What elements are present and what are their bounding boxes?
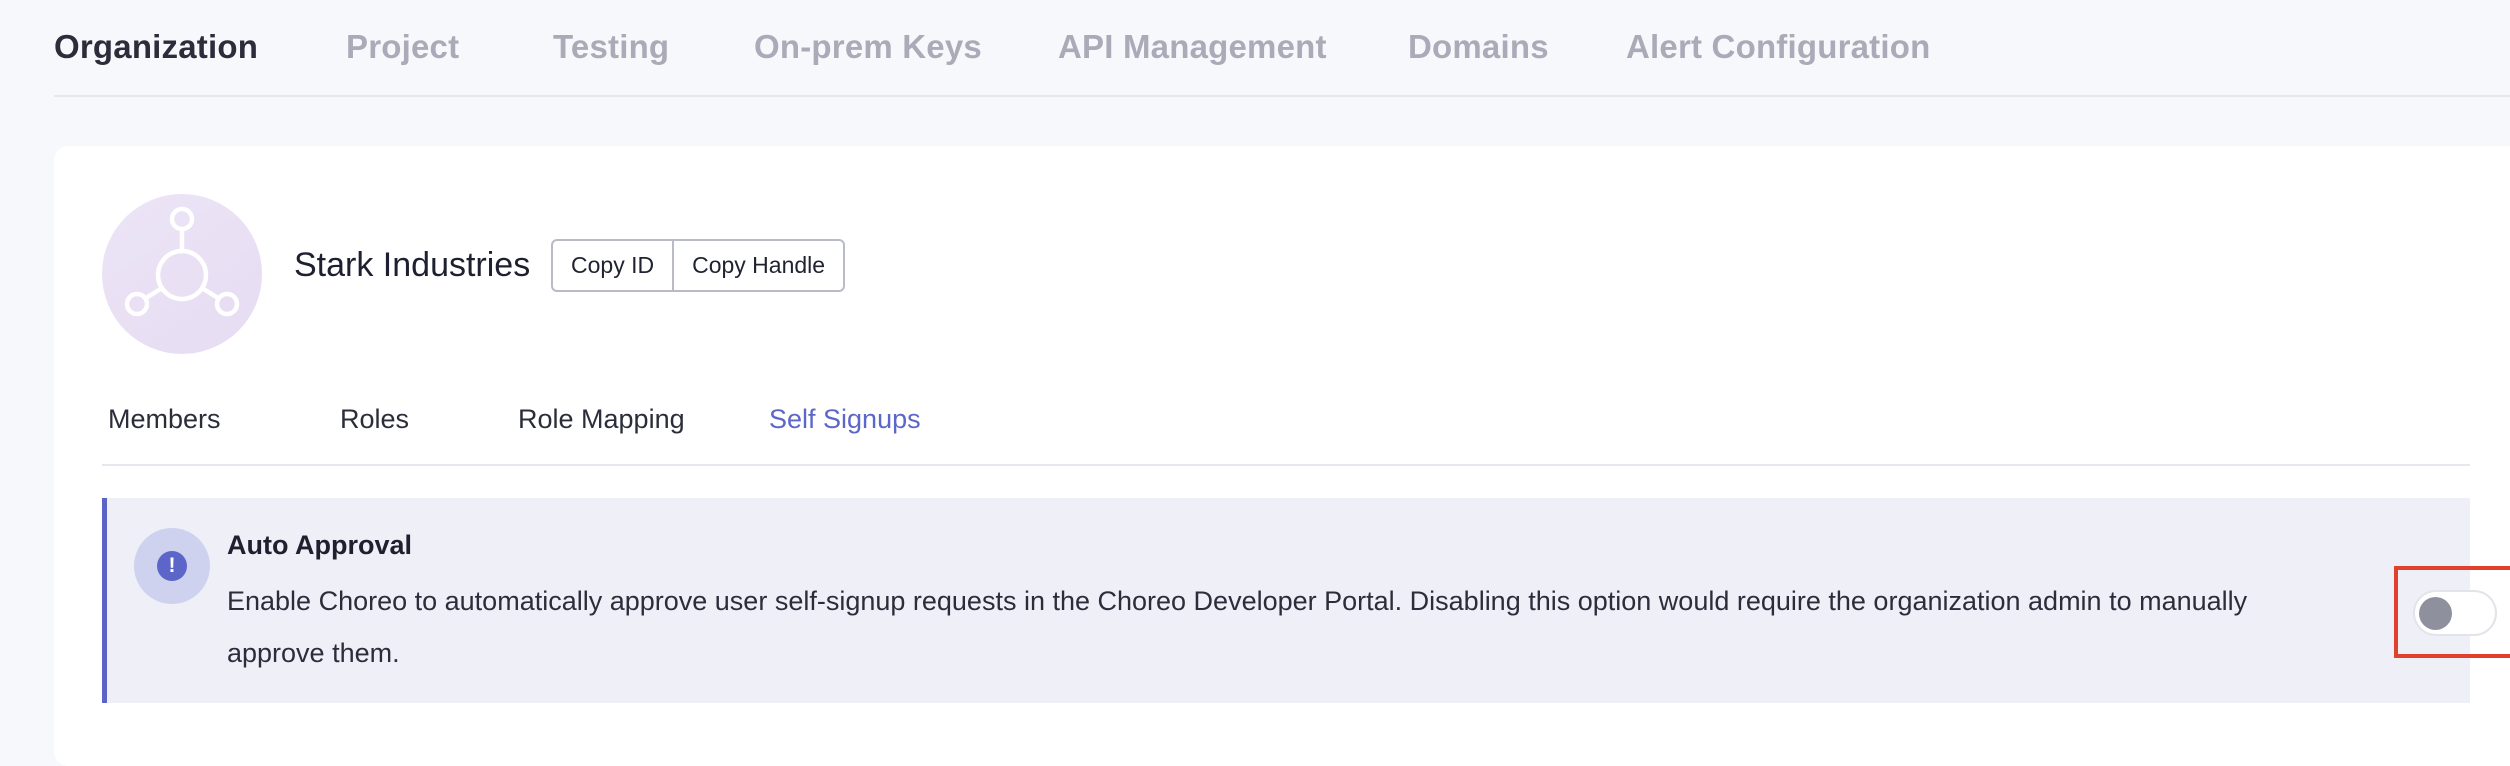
exclamation-icon: ! <box>157 551 187 581</box>
tab-roles[interactable]: Roles <box>340 404 409 435</box>
nav-tab-alert-configuration[interactable]: Alert Configuration <box>1626 28 1930 66</box>
auto-approval-toggle[interactable] <box>2413 590 2497 636</box>
auto-approval-panel: ! Auto Approval Enable Choreo to automat… <box>102 498 2510 703</box>
nav-tab-organization[interactable]: Organization <box>54 28 258 66</box>
organization-sub-tabs: Members Roles Role Mapping Self Signups <box>102 384 2470 466</box>
organization-avatar <box>102 194 262 354</box>
top-navigation: Organization Project Testing On-prem Key… <box>54 0 2510 97</box>
nav-tab-project[interactable]: Project <box>346 28 459 66</box>
auto-approval-title: Auto Approval <box>227 530 412 560</box>
organization-card: Stark Industries Copy ID Copy Handle Mem… <box>54 146 2510 766</box>
tab-members[interactable]: Members <box>108 404 221 435</box>
hub-icon <box>124 206 240 317</box>
auto-approval-description: Enable Choreo to automatically approve u… <box>227 586 2248 668</box>
tab-self-signups[interactable]: Self Signups <box>769 404 921 435</box>
copy-button-group: Copy ID Copy Handle <box>551 239 846 292</box>
copy-id-button[interactable]: Copy ID <box>553 241 672 290</box>
nav-tab-testing[interactable]: Testing <box>553 28 669 66</box>
nav-tab-domains[interactable]: Domains <box>1408 28 1549 66</box>
tab-role-mapping[interactable]: Role Mapping <box>518 404 685 435</box>
copy-handle-button[interactable]: Copy Handle <box>672 241 843 290</box>
info-badge: ! <box>134 528 210 604</box>
nav-tab-api-management[interactable]: API Management <box>1058 28 1327 66</box>
toggle-knob <box>2419 597 2452 630</box>
organization-name: Stark Industries <box>294 246 531 284</box>
nav-tab-on-prem-keys[interactable]: On-prem Keys <box>754 28 982 66</box>
